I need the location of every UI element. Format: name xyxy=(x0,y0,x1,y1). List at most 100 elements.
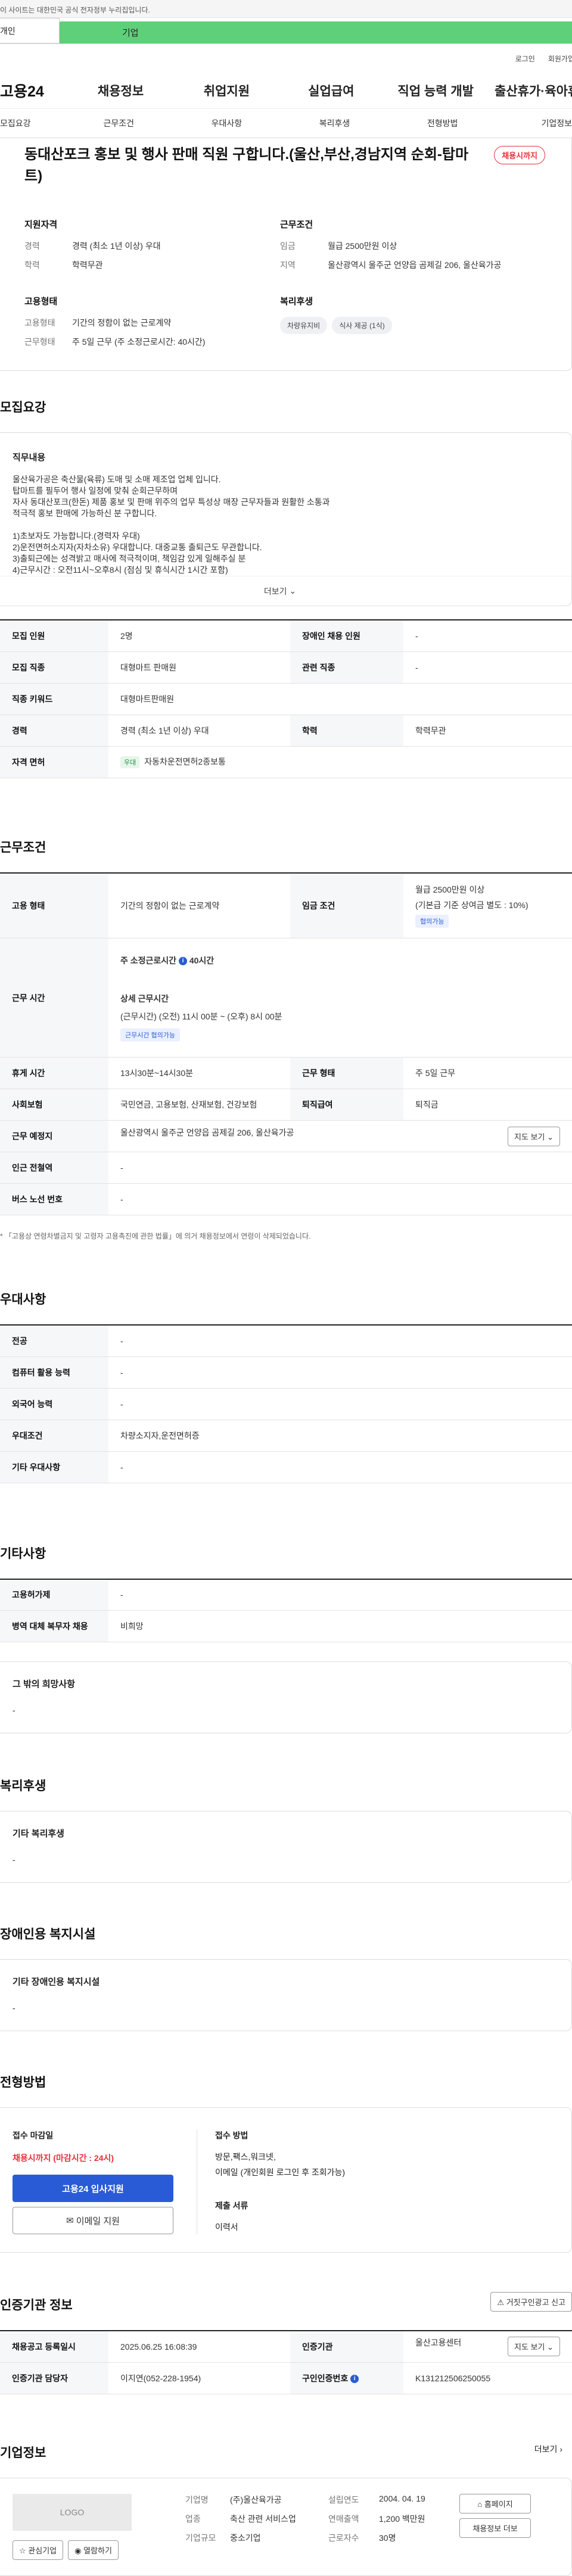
location-label: 지역 xyxy=(280,260,296,270)
founded-label: 설립연도 xyxy=(328,2494,359,2505)
tab-personal[interactable]: 개인 xyxy=(0,18,60,43)
apply-button[interactable]: 고용24 입사지원 xyxy=(13,2175,173,2202)
email-apply-button[interactable]: ✉ 이메일 지원 xyxy=(13,2207,173,2234)
company-name-value: (주)울산육가공 xyxy=(230,2494,282,2505)
cell-value: K131212506250055 xyxy=(403,2362,572,2394)
company-jobs-label: 채용정보 더보 xyxy=(472,2524,518,2533)
company-section: 기업정보 더보기 › LOGO ☆ 관심기업 ◉ 열람하기 기업명 (주)울산육가… xyxy=(0,2443,572,2576)
worktype-value: 주 5일 근무 (주 소정근로시간: 40시간) xyxy=(72,337,206,347)
subnav-recruit[interactable]: 모집요강 xyxy=(0,117,65,129)
cell-label: 고용허가제 xyxy=(0,1578,108,1611)
cell-label: 휴게 시간 xyxy=(0,1057,108,1089)
cell-label: 우대조건 xyxy=(0,1420,108,1452)
tab-company[interactable]: 기업 xyxy=(60,21,572,43)
cell-value: 13시30분~14시30분 xyxy=(108,1057,290,1089)
duty-more-button[interactable]: 더보기 ⌄ xyxy=(0,576,571,606)
cell-value: 대형마트 판매원 xyxy=(108,651,290,684)
cell-label: 외국어 능력 xyxy=(0,1388,108,1420)
cell-label: 근무 형태 xyxy=(290,1057,403,1089)
gnb-unemployment-benefit[interactable]: 실업급여 xyxy=(285,82,377,99)
chevron-down-icon: ⌄ xyxy=(547,2343,554,2352)
method-heading: 접수 방법 xyxy=(215,2131,248,2140)
gov-notice-bar: 이 사이트는 대한민국 공식 전자정부 누리집입니다. xyxy=(0,0,572,18)
duty-heading: 직무내용 xyxy=(13,453,46,463)
other-table: 고용허가제 - 병역 대체 복무자 채용 비희망 xyxy=(0,1578,572,1642)
subnav-company[interactable]: 기업정보 xyxy=(496,117,572,129)
cell-label: 관련 직종 xyxy=(290,651,403,684)
weekly-hours-value: 40시간 xyxy=(189,955,214,965)
size-label: 기업규모 xyxy=(185,2533,216,2543)
process-heading: 전형방법 xyxy=(0,2076,46,2090)
info-icon[interactable]: i xyxy=(350,2374,359,2383)
age-notice: * 「고용상 연령차별금지 및 고령자 고용촉진에 관한 법률」에 의거 채용정… xyxy=(0,1232,311,1240)
hope-value: - xyxy=(13,1705,15,1715)
cell-value: - xyxy=(108,1356,572,1389)
email-button-label: 이메일 지원 xyxy=(76,2216,120,2226)
career-value: 경력 (최소 1년 이상) 우대 xyxy=(72,241,161,251)
cell-label: 사회보험 xyxy=(0,1089,108,1121)
cell-value: 비희망 xyxy=(108,1610,572,1642)
cell-label: 기타 우대사항 xyxy=(0,1451,108,1483)
agency-org-cell: 울산고용센터 지도 보기 ⌄ xyxy=(403,2330,572,2363)
cell-value: 경력 (최소 1년 이상) 우대 xyxy=(108,715,290,747)
signup-link[interactable]: 회원가입 xyxy=(548,54,572,73)
homepage-button[interactable]: ⌂ 홈페이지 xyxy=(459,2493,531,2513)
hope-heading: 그 밖의 희망사항 xyxy=(13,1679,75,1689)
gnb-job-training[interactable]: 직업 능력 개발 xyxy=(377,82,495,99)
cell-value: 주 5일 근무 xyxy=(403,1057,572,1089)
cell-value: 대형마트판매원 xyxy=(108,683,572,715)
gnb-parental-leave[interactable]: 출산휴가·육아휴직 xyxy=(495,82,572,99)
map-button[interactable]: 지도 보기 ⌄ xyxy=(508,1126,560,1146)
gnb-jobs[interactable]: 채용정보 xyxy=(74,82,168,99)
id-label: 구인인증번호 xyxy=(302,2373,349,2383)
industry-label: 업종 xyxy=(185,2513,201,2524)
subnav-conditions[interactable]: 근무조건 xyxy=(65,117,173,129)
location-value: 울산광역시 울주군 언양읍 곰제길 206, 울산육가공 xyxy=(328,260,502,270)
company-more-link[interactable]: 더보기 › xyxy=(534,2443,562,2455)
cell-label: 고용 형태 xyxy=(0,872,108,938)
login-link[interactable]: 로그인 xyxy=(515,54,535,73)
cell-label: 모집 인원 xyxy=(0,619,108,652)
cell-label: 근무 시간 xyxy=(0,938,108,1058)
detail-time-value: (근무시간) (오전) 11시 00분 ~ (오후) 8시 00분 xyxy=(120,1011,282,1021)
duty-card: 직무내용 울산육가공은 축산물(육류) 도매 및 소매 제조업 업체 입니다. … xyxy=(0,432,572,606)
view-button[interactable]: ◉ 열람하기 xyxy=(68,2540,119,2560)
welfare-card: 기타 복리후생 - xyxy=(0,1811,572,1883)
subnav-preference[interactable]: 우대사항 xyxy=(173,117,281,129)
disabled-card: 기타 장애인용 복지시설 - xyxy=(0,1959,572,2031)
cell-value: - xyxy=(108,1152,572,1184)
chevron-down-icon: ⌄ xyxy=(289,586,297,595)
agency-map-button[interactable]: 지도 보기 ⌄ xyxy=(508,2337,560,2357)
career-label: 경력 xyxy=(24,241,40,251)
tab-personal-label: 개인 xyxy=(0,26,15,36)
cell-label: 컴퓨터 활용 능력 xyxy=(0,1356,108,1389)
wage-value: 월급 2500만원 이상 xyxy=(328,241,397,251)
recruit-section: 모집요강 직무내용 울산육가공은 축산물(육류) 도매 및 소매 제조업 업체 … xyxy=(0,398,572,778)
cell-label: 구인인증번호 i xyxy=(290,2362,403,2394)
star-icon: ☆ xyxy=(19,2546,26,2555)
info-icon[interactable]: i xyxy=(178,956,187,965)
company-jobs-button[interactable]: 채용정보 더보 xyxy=(459,2518,531,2538)
cell-value: - xyxy=(108,1451,572,1483)
method-value-email: 이메일 (개인회원 로그인 후 조회가능) xyxy=(215,2168,346,2177)
welfare-value: - xyxy=(13,1855,15,1864)
cell-label: 임금 조건 xyxy=(290,872,403,938)
summary-grid: 지원자격 경력 경력 (최소 1년 이상) 우대 학력 학력무관 고용형태 고용형태… xyxy=(24,218,536,355)
other-section: 기타사항 고용허가제 - 병역 대체 복무자 채용 비희망 그 밖의 희망사항 - xyxy=(0,1544,572,1733)
favorite-button[interactable]: ☆ 관심기업 xyxy=(13,2540,64,2560)
welfare-chip: 식사 제공 (1식) xyxy=(332,317,392,334)
employees-value: 30명 xyxy=(379,2533,396,2543)
wage-cell: 월급 2500만원 이상 (기본급 기준 상여금 별도 : 10%) 협의가능 xyxy=(403,872,572,938)
gnb-employment-support[interactable]: 취업지원 xyxy=(168,82,286,99)
emptype-label: 고용형태 xyxy=(24,318,55,328)
report-button[interactable]: ⚠ 거짓구인광고 신고 xyxy=(490,2292,572,2312)
subnav-process[interactable]: 전형방법 xyxy=(388,117,496,129)
subnav-welfare[interactable]: 복리후생 xyxy=(281,117,388,129)
favorite-label: 관심기업 xyxy=(28,2546,57,2555)
gov-notice-text: 이 사이트는 대한민국 공식 전자정부 누리집입니다. xyxy=(0,6,150,14)
site-logo[interactable]: 고용24 xyxy=(0,80,74,101)
cell-value: 국민연금, 고용보험, 산재보험, 건강보험 xyxy=(108,1089,290,1121)
cell-value: 2명 xyxy=(108,619,290,652)
welfare-section-heading: 복리후생 xyxy=(0,1779,46,1793)
company-card: LOGO ☆ 관심기업 ◉ 열람하기 기업명 (주)울산육가공 업종 축산 관련 서… xyxy=(0,2477,572,2576)
